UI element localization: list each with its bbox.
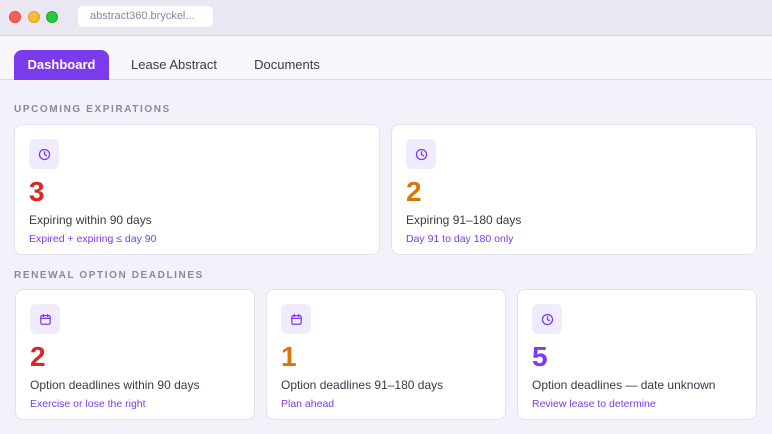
card-label: Option deadlines — date unknown: [532, 378, 716, 392]
card-label: Option deadlines 91–180 days: [281, 378, 444, 392]
option-deadlines-91-180-days-card[interactable]: 1 Option deadlines 91–180 days Plan ahea…: [266, 289, 506, 420]
minimize-window-button[interactable]: [28, 11, 40, 23]
tab-lease-abstract[interactable]: Lease Abstract: [122, 50, 226, 80]
card-note: Plan ahead: [281, 398, 335, 410]
card-label: Option deadlines within 90 days: [30, 378, 200, 392]
expiring-91-180-days-card[interactable]: 2 Expiring 91–180 days Day 91 to day 180…: [391, 124, 757, 255]
card-count: 1: [281, 341, 297, 372]
address-bar[interactable]: abstract360.bryckel...: [78, 6, 213, 27]
expiring-90-days-card[interactable]: 3 Expiring within 90 days Expired + expi…: [14, 124, 380, 255]
card-count: 2: [406, 176, 422, 207]
calendar-icon: [281, 304, 311, 334]
card-count: 2: [30, 341, 46, 372]
section-title-renewals: RENEWAL OPTION DEADLINES: [14, 270, 204, 281]
close-window-button[interactable]: [9, 11, 21, 23]
option-deadlines-90-days-card[interactable]: 2 Option deadlines within 90 days Exerci…: [15, 289, 255, 420]
card-note: Exercise or lose the right: [30, 398, 146, 410]
maximize-window-button[interactable]: [46, 11, 58, 23]
card-note: Review lease to determine: [532, 398, 656, 410]
option-deadlines-unknown-card[interactable]: 5 Option deadlines — date unknown Review…: [517, 289, 757, 420]
tab-bar: Dashboard Lease Abstract Documents: [0, 37, 772, 80]
tab-dashboard[interactable]: Dashboard: [14, 50, 109, 80]
section-title-expirations: UPCOMING EXPIRATIONS: [14, 104, 171, 115]
card-label: Expiring 91–180 days: [406, 213, 522, 227]
window-titlebar: abstract360.bryckel...: [0, 0, 772, 36]
tab-documents[interactable]: Documents: [244, 50, 330, 80]
card-count: 3: [29, 176, 45, 207]
calendar-icon: [30, 304, 60, 334]
clock-icon: [29, 139, 59, 169]
clock-icon: [406, 139, 436, 169]
clock-icon: [532, 304, 562, 334]
card-note: Expired + expiring ≤ day 90: [29, 233, 157, 245]
card-count: 5: [532, 341, 548, 372]
card-note: Day 91 to day 180 only: [406, 233, 514, 245]
card-label: Expiring within 90 days: [29, 213, 152, 227]
